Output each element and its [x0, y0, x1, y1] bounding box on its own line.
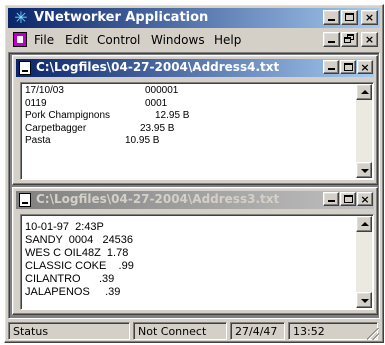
network-star-icon: ✳ — [14, 8, 28, 27]
status-label: Status — [8, 322, 130, 340]
child-maximize-button[interactable] — [340, 192, 356, 206]
maximize-icon — [344, 63, 353, 71]
app-title-bar[interactable]: ✳ VNetworker Application × — [8, 8, 380, 28]
status-date: 27/4/47 — [230, 322, 285, 340]
minimize-icon — [328, 200, 335, 202]
resize-grip-icon[interactable] — [367, 328, 379, 340]
text-line: 17/10/03 000001 — [25, 85, 179, 96]
text-line: CLASSIC COKE .99 — [25, 260, 134, 272]
child-title: C:\Logfiles\04-27-2004\Address4.txt — [36, 60, 280, 74]
vertical-scrollbar[interactable] — [356, 216, 372, 308]
arrow-down-icon — [361, 169, 369, 173]
menu-edit[interactable]: Edit — [65, 33, 88, 47]
close-icon: × — [360, 193, 370, 206]
arrow-up-icon — [361, 90, 369, 94]
scroll-down-button[interactable] — [356, 292, 372, 308]
minimize-icon — [328, 41, 335, 43]
child-window-address3[interactable]: C:\Logfiles\04-27-2004\Address3.txt × 10… — [12, 187, 378, 315]
mdi-restore-button[interactable] — [341, 32, 358, 47]
app-window: ✳ VNetworker Application × File Edit Con… — [4, 4, 384, 343]
app-title: VNetworker Application — [34, 10, 209, 25]
text-line: Carpetbagger 23.95 B — [25, 122, 175, 134]
text-lines: 17/10/03 000001 0119 0001 Pork Champignons… — [25, 85, 353, 148]
text-line: 0119 0001 — [25, 97, 168, 109]
scroll-down-button[interactable] — [356, 162, 372, 178]
app-caption-buttons: × — [322, 10, 378, 26]
scroll-up-button[interactable] — [356, 84, 372, 100]
text-line: 10-01-97 2:43P — [25, 221, 104, 233]
status-bar: Status Not Connect 27/4/47 13:52 — [8, 321, 380, 341]
text-line: SANDY 0004 24536 — [25, 234, 134, 246]
mdi-caption-buttons: × — [322, 32, 378, 48]
maximize-icon — [344, 195, 353, 203]
menu-windows[interactable]: Windows — [151, 33, 205, 47]
text-content[interactable]: 10-01-97 2:43P SANDY 0004 24536 WES C OI… — [20, 214, 374, 310]
child-minimize-button[interactable] — [323, 60, 339, 74]
text-line: JALAPENOS .39 — [25, 286, 121, 298]
child-close-button[interactable]: × — [357, 192, 373, 206]
menu-control[interactable]: Control — [97, 33, 140, 47]
close-button[interactable]: × — [361, 10, 378, 25]
child-maximize-button[interactable] — [340, 60, 356, 74]
menu-help[interactable]: Help — [214, 33, 241, 47]
status-connection: Not Connect — [133, 322, 227, 340]
minimize-button[interactable] — [323, 10, 340, 25]
text-file-icon — [19, 193, 31, 207]
arrow-up-icon — [361, 222, 369, 226]
vertical-scrollbar[interactable] — [356, 84, 372, 178]
close-icon: × — [360, 61, 370, 74]
status-time: 13:52 — [288, 322, 378, 340]
menu-file[interactable]: File — [34, 33, 54, 47]
text-line: Pork Champignons 12.95 B — [25, 110, 190, 121]
text-line: CILANTRO .39 — [25, 273, 115, 285]
child-caption-buttons: × — [322, 60, 373, 76]
document-control-icon[interactable] — [13, 32, 27, 47]
child-title-bar[interactable]: C:\Logfiles\04-27-2004\Address3.txt × — [16, 191, 374, 209]
scroll-up-button[interactable] — [356, 216, 372, 232]
close-icon: × — [364, 11, 375, 24]
child-window-address4[interactable]: C:\Logfiles\04-27-2004\Address4.txt × 17… — [12, 55, 378, 185]
arrow-down-icon — [361, 299, 369, 303]
text-file-icon — [19, 61, 31, 75]
text-content[interactable]: 17/10/03 000001 0119 0001 Pork Champignons… — [20, 82, 374, 180]
minimize-icon — [328, 19, 335, 21]
menu-bar: File Edit Control Windows Help × — [8, 30, 380, 50]
mdi-client-area: C:\Logfiles\04-27-2004\Address4.txt × 17… — [8, 52, 380, 319]
child-title-bar[interactable]: C:\Logfiles\04-27-2004\Address4.txt × — [16, 59, 374, 77]
maximize-icon — [345, 13, 354, 21]
text-line: WES C OIL48Z 1.78 — [25, 247, 129, 259]
child-caption-buttons: × — [322, 192, 373, 208]
child-close-button[interactable]: × — [357, 60, 373, 74]
mdi-minimize-button[interactable] — [323, 32, 340, 47]
text-line: Pasta 10.95 B — [25, 135, 160, 146]
close-icon: × — [364, 33, 375, 46]
child-minimize-button[interactable] — [323, 192, 339, 206]
mdi-close-button[interactable]: × — [361, 32, 378, 47]
maximize-button[interactable] — [341, 10, 358, 25]
minimize-icon — [328, 68, 335, 70]
text-lines: 10-01-97 2:43P SANDY 0004 24536 WES C OI… — [25, 221, 353, 299]
child-title: C:\Logfiles\04-27-2004\Address3.txt — [36, 192, 280, 206]
